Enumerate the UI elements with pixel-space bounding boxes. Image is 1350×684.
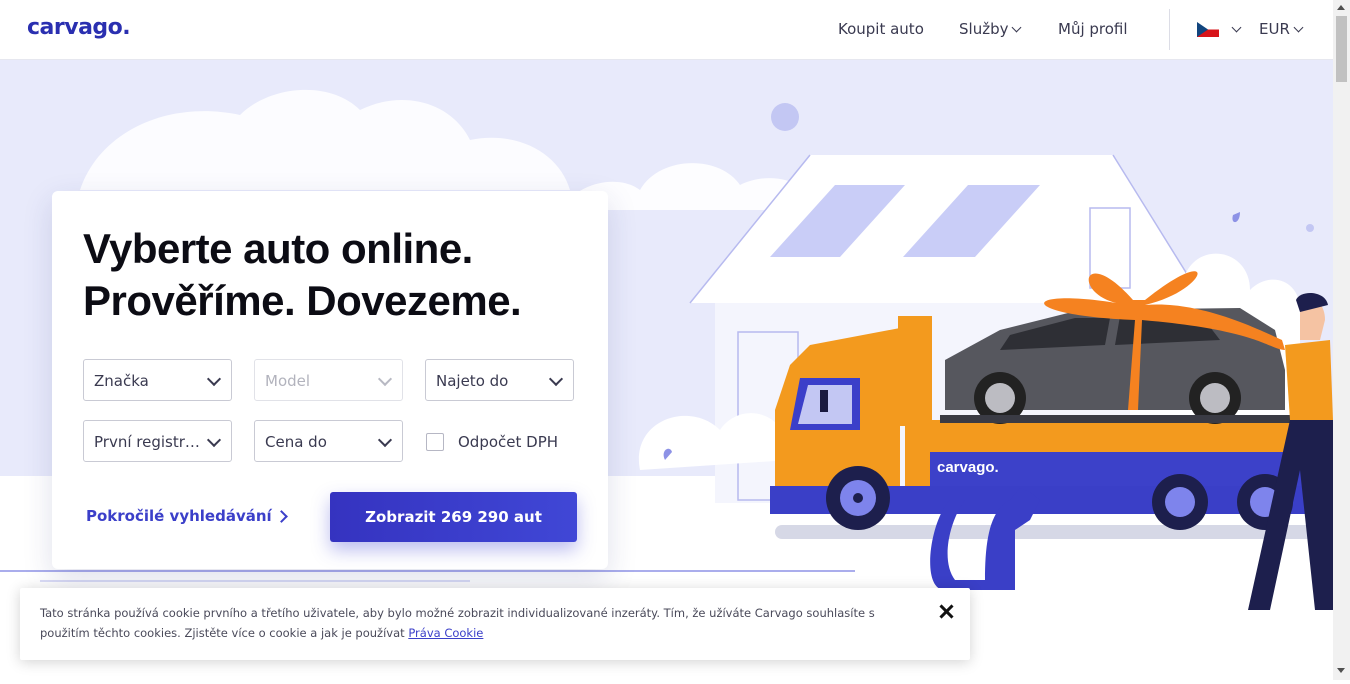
chevron-down-icon (1012, 22, 1022, 33)
price-select-label: Cena do (265, 433, 327, 451)
headline-line-1: Vyberte auto online. (83, 225, 473, 272)
nav-my-profile[interactable]: Můj profil (1058, 20, 1128, 38)
scrollbar[interactable] (1333, 0, 1350, 680)
currency-label: EUR (1259, 20, 1290, 38)
language-chevron-icon[interactable] (1231, 22, 1242, 33)
nav-divider (1169, 9, 1170, 50)
model-select-label: Model (265, 372, 311, 390)
first-registration-label: První registrace (94, 433, 206, 451)
brand-select[interactable]: Značka (83, 359, 232, 401)
chevron-down-icon (206, 371, 222, 387)
truck-logo-text: carvago. (937, 459, 999, 476)
search-card: Vyberte auto online. Prověříme. Dovezeme… (52, 191, 608, 569)
scroll-up-arrow-icon[interactable] (1337, 5, 1345, 10)
carvago-logo[interactable]: carvago. (27, 15, 131, 40)
cookie-banner: Tato stránka používá cookie prvního a tř… (20, 588, 970, 660)
page-title: Vyberte auto online. Prověříme. Dovezeme… (83, 223, 522, 327)
chevron-down-icon (206, 432, 222, 448)
cookie-policy-link[interactable]: Práva Cookie (408, 626, 483, 640)
site-header: carvago. Koupit auto Služby Můj profil E… (0, 0, 1333, 60)
nav-services-label: Služby (959, 20, 1009, 38)
nav-buy-car[interactable]: Koupit auto (838, 20, 924, 38)
vat-deduction-label[interactable]: Odpočet DPH (458, 433, 558, 451)
mileage-select-label: Najeto do (436, 372, 509, 390)
show-cars-button[interactable]: Zobrazit 269 290 aut (330, 492, 577, 542)
chevron-down-icon (377, 432, 393, 448)
chevron-down-icon (548, 371, 564, 387)
headline-line-2: Prověříme. Dovezeme. (83, 277, 522, 324)
scroll-down-arrow-icon[interactable] (1337, 668, 1345, 673)
vat-deduction-checkbox[interactable] (426, 433, 444, 451)
hero-illustration: carvago. (560, 60, 1335, 680)
mileage-select[interactable]: Najeto do (425, 359, 574, 401)
scroll-thumb[interactable] (1336, 16, 1347, 82)
chevron-right-icon[interactable] (275, 510, 288, 523)
brand-select-label: Značka (94, 372, 149, 390)
currency-selector[interactable]: EUR (1259, 20, 1304, 38)
chevron-down-icon (1293, 22, 1304, 33)
first-registration-select[interactable]: První registrace (83, 420, 232, 462)
chevron-down-icon (377, 371, 393, 387)
nav-services[interactable]: Služby (959, 20, 1022, 38)
close-icon[interactable] (935, 601, 957, 623)
model-select[interactable]: Model (254, 359, 403, 401)
advanced-search-link[interactable]: Pokročilé vyhledávání (86, 507, 272, 525)
cookie-text: Tato stránka používá cookie prvního a tř… (40, 603, 910, 643)
language-flag-icon[interactable] (1197, 22, 1219, 37)
price-select[interactable]: Cena do (254, 420, 403, 462)
